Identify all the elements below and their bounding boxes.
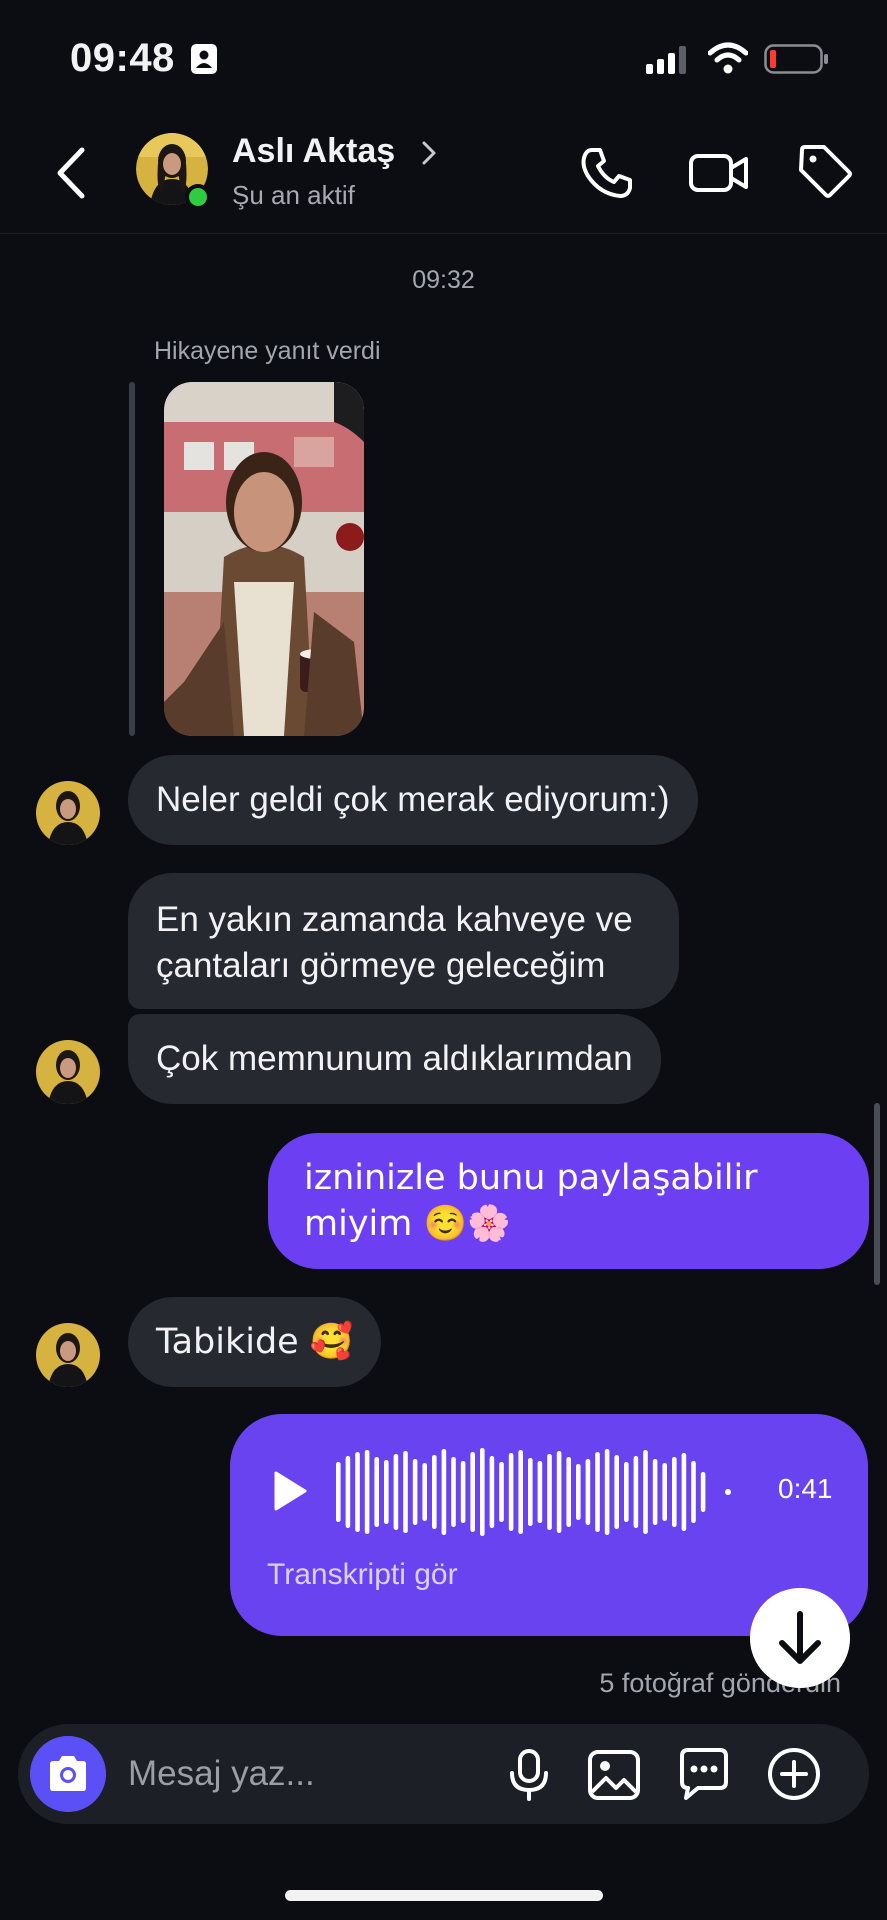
contact-avatar-small[interactable] [36,1040,100,1104]
message-text: Neler geldi çok merak ediyorum:) [156,780,670,819]
microphone-icon[interactable] [504,1748,554,1802]
outgoing-message-bubble[interactable]: izninizle bunu paylaşabilir miyim ☺️🌸 [268,1133,869,1269]
contact-card-icon [191,44,217,74]
waveform-bar [672,1457,677,1527]
waveform-bar [681,1453,687,1531]
waveform-bar [652,1459,658,1525]
waveform-bar [480,1448,485,1536]
cellular-signal-icon [646,46,686,74]
waveform-bar [470,1452,475,1532]
waveform-bar [624,1462,629,1522]
waveform-bar [355,1452,360,1532]
contact-avatar-small[interactable] [36,781,100,845]
waveform-bar [566,1457,571,1527]
waveform-bar [633,1456,639,1528]
waveform-bar [403,1451,408,1533]
waveform-end-dot [725,1489,731,1495]
online-status-indicator [185,184,211,210]
waveform-bar [595,1452,600,1532]
story-thumbnail[interactable] [164,382,364,736]
waveform-bar [460,1461,466,1523]
waveform-bar [336,1462,341,1522]
status-bar: 09:48 [0,0,887,118]
waveform-bar [364,1450,370,1534]
message-timestamp: 09:32 [412,266,475,294]
waveform-bar [393,1454,399,1530]
waveform-bar [662,1463,667,1521]
home-indicator [285,1890,603,1901]
message-text: Tabikide 🥰 [156,1322,354,1362]
message-composer [18,1724,869,1824]
voice-duration: 0:41 [778,1473,833,1504]
play-icon[interactable] [272,1470,308,1512]
waveform-bar [614,1455,619,1529]
chat-header: Aslı Aktaş Şu an aktif [0,118,887,234]
incoming-message-bubble[interactable]: En yakın zamanda kahveye ve çantaları gö… [128,873,679,1009]
waveform-bar [700,1472,706,1512]
contact-active-status: Şu an aktif [232,180,355,210]
waveform-bar [345,1456,351,1528]
message-text: izninizle bunu paylaşabilir miyim ☺️🌸 [304,1158,758,1244]
waveform-bar [556,1451,562,1533]
voice-call-button[interactable] [578,144,636,202]
waveform-bar [518,1450,523,1534]
waveform-bar [691,1461,696,1523]
waveform-bar [604,1449,610,1535]
waveform-bar [547,1454,552,1530]
incoming-message-bubble[interactable]: Çok memnunum aldıklarımdan [128,1014,661,1104]
waveform-bar [432,1455,437,1529]
plus-circle-icon[interactable] [766,1746,822,1802]
wifi-icon [708,42,748,74]
chat-bubble-icon[interactable] [676,1746,732,1802]
waveform-bar [384,1460,389,1524]
waveform-bar [451,1457,456,1527]
message-input[interactable] [128,1750,488,1798]
waveform-bar [643,1450,648,1534]
tag-icon[interactable] [796,142,854,200]
message-text: En yakın zamanda kahveye ve çantaları gö… [156,900,633,985]
gallery-icon[interactable] [586,1748,642,1802]
view-transcript-link[interactable]: Transkripti gör [267,1558,458,1592]
scroll-to-bottom-button[interactable] [750,1588,850,1688]
waveform-bar [508,1453,514,1531]
battery-low-icon [764,44,828,74]
waveform-bar [412,1459,418,1525]
contact-avatar-small[interactable] [36,1323,100,1387]
audio-waveform[interactable] [336,1442,736,1542]
back-button[interactable] [48,142,100,204]
waveform-bar [537,1461,543,1523]
contact-name[interactable]: Aslı Aktaş [232,132,395,171]
incoming-message-bubble[interactable]: Neler geldi çok merak ediyorum:) [128,755,698,845]
waveform-bar [499,1462,504,1522]
camera-button[interactable] [30,1736,106,1812]
chevron-right-icon[interactable] [420,140,438,166]
waveform-bar [374,1457,379,1527]
waveform-bar [422,1463,427,1521]
story-reply-divider [129,382,135,736]
message-text: Çok memnunum aldıklarımdan [156,1039,633,1078]
waveform-bar [528,1458,533,1526]
story-reply-label: Hikayene yanıt verdi [154,337,381,365]
incoming-message-bubble[interactable]: Tabikide 🥰 [128,1297,382,1387]
status-time: 09:48 [70,36,175,80]
video-call-button[interactable] [688,144,750,202]
waveform-bar [576,1464,581,1520]
scrollbar[interactable] [874,1103,880,1285]
waveform-bar [441,1449,447,1535]
waveform-bar [585,1459,591,1525]
waveform-bar [489,1456,495,1528]
